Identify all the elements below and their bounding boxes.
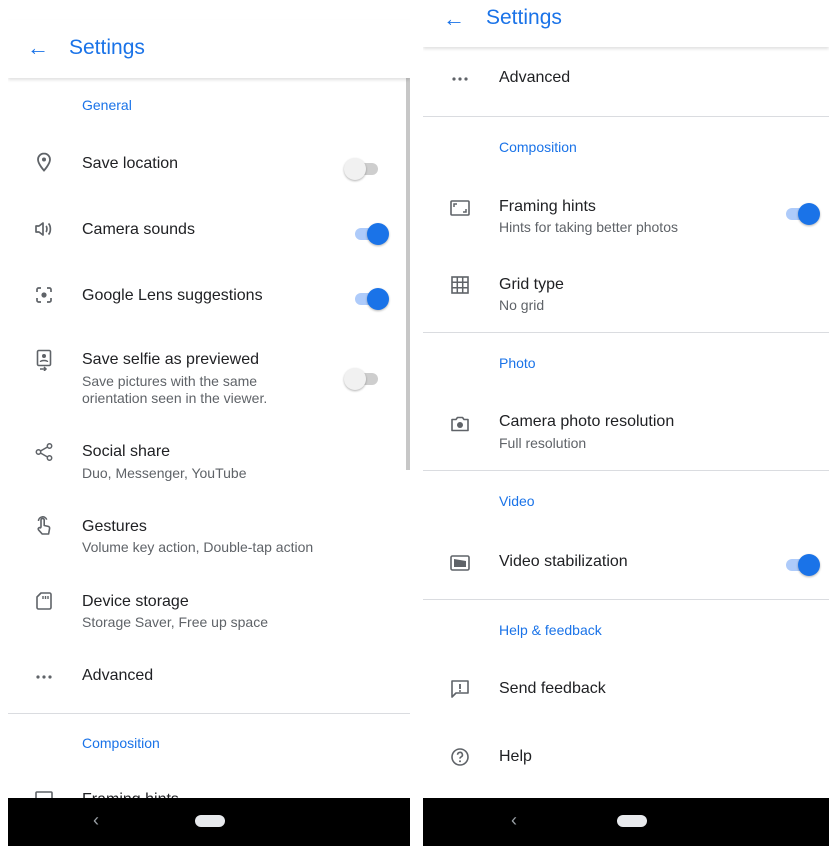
sd-card-icon	[33, 590, 55, 612]
setting-advanced[interactable]: Advanced	[423, 56, 829, 102]
video-stabilization-icon	[449, 552, 471, 574]
grid-icon	[449, 274, 471, 296]
setting-label: Advanced	[499, 69, 571, 86]
setting-description: Volume key action, Double-tap action	[82, 539, 314, 555]
share-icon	[33, 441, 55, 463]
location-pin-icon	[33, 151, 55, 173]
setting-label: Social share	[82, 443, 171, 460]
divider	[8, 713, 410, 714]
camera-sounds-toggle[interactable]	[353, 223, 389, 245]
system-nav-bar: ‹	[8, 798, 410, 846]
setting-video-stabilization[interactable]: Video stabilization	[423, 540, 829, 586]
setting-help[interactable]: Help	[423, 735, 829, 781]
setting-label: Grid type	[499, 276, 564, 293]
setting-save-selfie[interactable]: Save selfie as previewed Save pictures w…	[8, 340, 410, 416]
setting-label: Device storage	[82, 593, 189, 610]
setting-label: Video stabilization	[499, 553, 628, 570]
touch-gesture-icon	[33, 515, 55, 537]
divider	[423, 470, 829, 471]
setting-description: orientation seen in the viewer.	[82, 390, 268, 406]
page-title: Settings	[69, 36, 145, 59]
setting-framing-hints[interactable]: Framing hints Hints for taking better ph…	[423, 188, 829, 248]
setting-grid-type[interactable]: Grid type No grid	[423, 265, 829, 325]
framing-icon	[449, 197, 471, 219]
camera-icon	[449, 413, 471, 435]
setting-label: Google Lens suggestions	[82, 287, 263, 304]
feedback-icon	[449, 678, 471, 700]
setting-camera-sounds[interactable]: Camera sounds	[8, 206, 410, 262]
setting-description: Storage Saver, Free up space	[82, 614, 268, 630]
home-pill-icon[interactable]	[617, 815, 647, 827]
more-horiz-icon	[449, 68, 471, 90]
save-selfie-toggle[interactable]	[344, 368, 380, 390]
setting-social-share[interactable]: Social share Duo, Messenger, YouTube	[8, 432, 410, 494]
setting-label: Advanced	[82, 667, 154, 684]
speaker-icon	[33, 218, 55, 240]
setting-label: Help	[499, 748, 532, 765]
setting-photo-resolution[interactable]: Camera photo resolution Full resolution	[423, 403, 829, 463]
setting-device-storage[interactable]: Device storage Storage Saver, Free up sp…	[8, 582, 410, 644]
section-header-help-feedback: Help & feedback	[499, 622, 602, 638]
setting-google-lens[interactable]: Google Lens suggestions	[8, 272, 410, 328]
setting-advanced[interactable]: Advanced	[8, 653, 410, 699]
section-header-video: Video	[499, 493, 535, 509]
selfie-icon	[33, 349, 55, 371]
setting-label: Gestures	[82, 518, 147, 535]
divider	[423, 599, 829, 600]
setting-label: Send feedback	[499, 680, 606, 697]
setting-label: Camera sounds	[82, 221, 195, 238]
settings-screen-left: ← Settings General Save location Camera …	[8, 0, 410, 846]
help-icon	[449, 746, 471, 768]
save-location-toggle[interactable]	[344, 158, 380, 180]
lens-icon	[33, 284, 55, 306]
section-header-general: General	[82, 97, 132, 113]
settings-screen-right: ← Settings Advanced Composition Framing …	[423, 0, 829, 846]
setting-label: Camera photo resolution	[499, 413, 675, 430]
setting-description: Hints for taking better photos	[499, 219, 678, 235]
app-bar: ← Settings	[423, 0, 829, 47]
framing-hints-toggle[interactable]	[784, 203, 820, 225]
section-header-photo: Photo	[499, 355, 536, 371]
nav-back-icon[interactable]: ‹	[511, 810, 517, 830]
setting-description: Duo, Messenger, YouTube	[82, 465, 247, 481]
setting-label: Save location	[82, 155, 179, 172]
section-header-composition: Composition	[82, 735, 160, 751]
divider	[423, 332, 829, 333]
setting-save-location[interactable]: Save location	[8, 140, 410, 196]
back-arrow-icon[interactable]: ←	[443, 8, 465, 30]
home-pill-icon[interactable]	[195, 815, 225, 827]
setting-description: No grid	[499, 297, 545, 313]
setting-send-feedback[interactable]: Send feedback	[423, 667, 829, 713]
divider	[423, 116, 829, 117]
back-arrow-icon[interactable]: ←	[27, 37, 49, 59]
video-stabilization-toggle[interactable]	[784, 554, 820, 576]
nav-back-icon[interactable]: ‹	[93, 810, 99, 830]
setting-description: Save pictures with the same	[82, 373, 258, 389]
setting-label: Save selfie as previewed	[82, 351, 259, 368]
google-lens-toggle[interactable]	[353, 288, 389, 310]
page-title: Settings	[486, 6, 562, 29]
system-nav-bar: ‹	[423, 798, 829, 846]
more-horiz-icon	[33, 666, 55, 688]
setting-gestures[interactable]: Gestures Volume key action, Double-tap a…	[8, 507, 410, 569]
setting-label: Framing hints	[499, 198, 596, 215]
section-header-composition: Composition	[499, 139, 577, 155]
app-bar: ← Settings	[8, 20, 410, 78]
setting-description: Full resolution	[499, 435, 587, 451]
